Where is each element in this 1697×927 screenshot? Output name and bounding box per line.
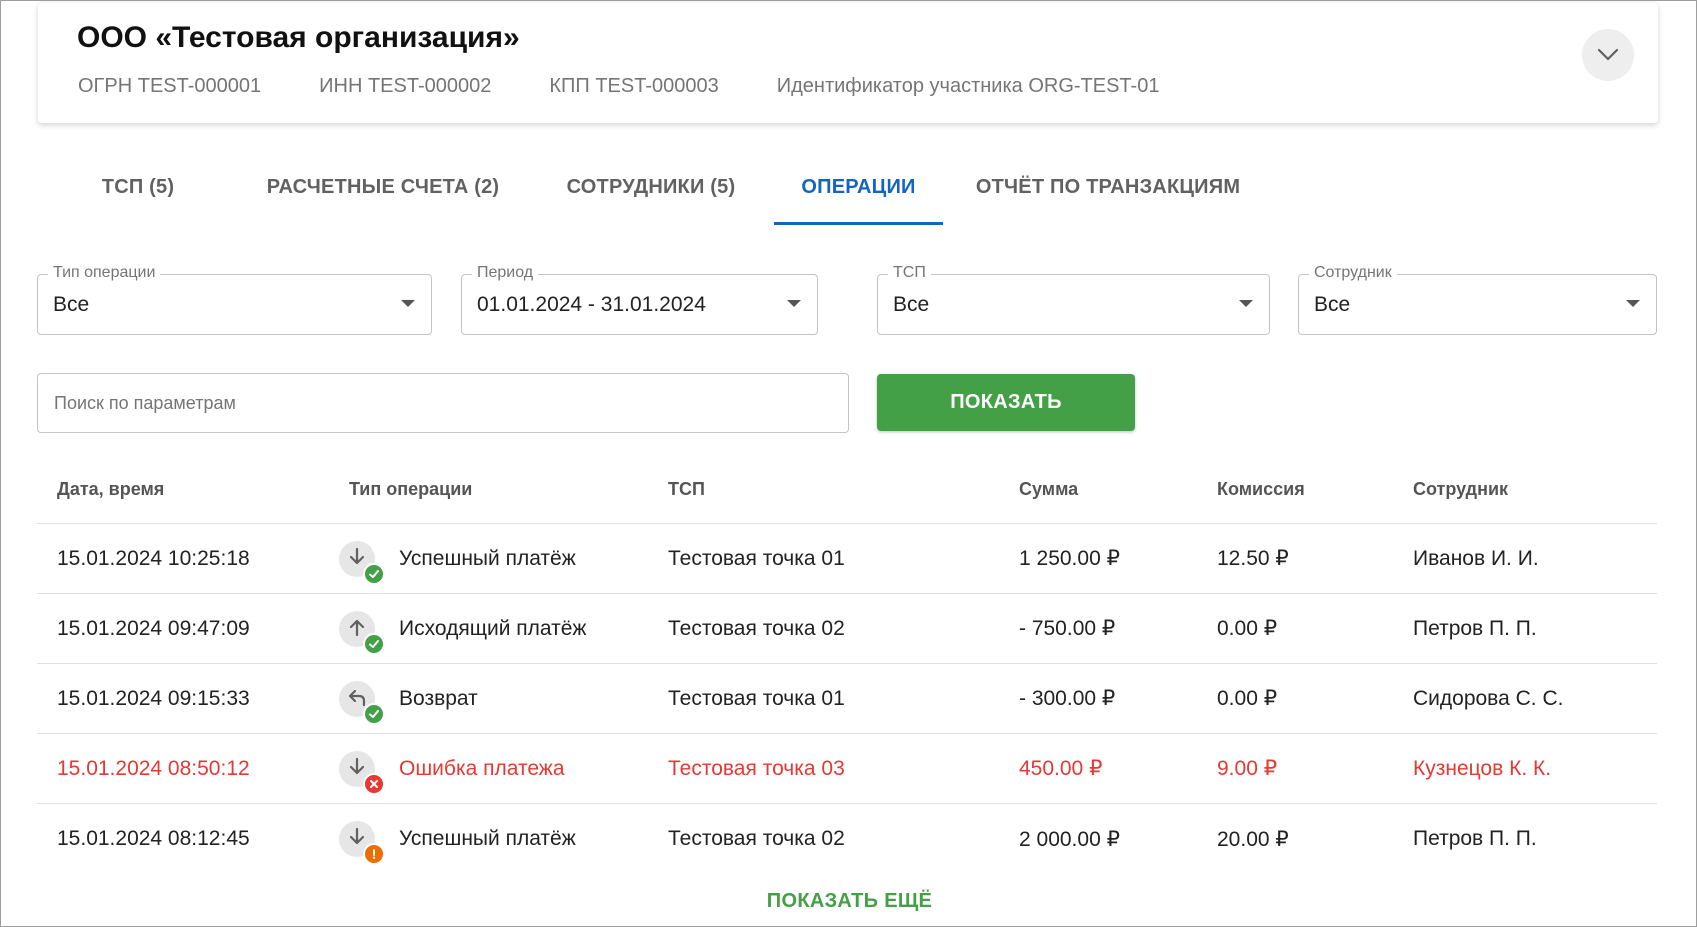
tab-employees[interactable]: СОТРУДНИКИ (5) [528, 149, 774, 225]
show-more-button[interactable]: ПОКАЗАТЬ ЕЩЁ [1, 890, 1697, 913]
arrow-down-icon [349, 757, 365, 774]
cell-type-label: Исходящий платёж [399, 616, 587, 640]
cell-datetime: 15.01.2024 09:15:33 [57, 686, 250, 710]
cell-commission: 0.00 ₽ [1217, 687, 1278, 710]
cell-tsp: Тестовая точка 02 [668, 827, 845, 850]
arrow-down-icon [349, 547, 365, 564]
cell-type: Возврат [339, 680, 478, 725]
table-row[interactable]: 15.01.2024 08:12:45 Успешный платёж Тестов… [37, 804, 1657, 874]
expand-card-button[interactable] [1582, 29, 1634, 81]
cell-type: Исходящий платёж [339, 610, 587, 655]
cell-datetime: 15.01.2024 09:47:09 [57, 616, 250, 640]
check-circle-icon [363, 632, 385, 655]
chevron-down-icon [1597, 48, 1619, 61]
header-amount: Сумма [1019, 479, 1079, 499]
employee-select[interactable]: Сотрудник Все [1298, 264, 1657, 335]
cell-type-label: Успешный платёж [399, 546, 576, 570]
cell-employee: Сидорова С. С. [1413, 686, 1564, 710]
cell-type-label: Ошибка платежа [399, 756, 565, 780]
show-button[interactable]: ПОКАЗАТЬ [877, 374, 1135, 431]
check-circle-icon [363, 562, 385, 585]
ogrn-text: ОГРН TEST-000001 [78, 75, 262, 97]
tsp-value: Все [893, 293, 930, 316]
period-label: Период [472, 264, 539, 282]
cell-type: Ошибка платежа [339, 750, 565, 795]
cell-employee: Иванов И. И. [1413, 546, 1539, 570]
operation-icon [339, 610, 385, 655]
tsp-select[interactable]: ТСП Все [877, 264, 1270, 335]
cell-amount: - 300.00 ₽ [1019, 687, 1116, 710]
header-commission: Комиссия [1217, 479, 1305, 499]
caret-down-icon [1239, 300, 1253, 307]
page: ООО «Тестовая организация» ОГРН TEST-000… [0, 0, 1697, 927]
cell-commission: 0.00 ₽ [1217, 617, 1278, 640]
cell-datetime: 15.01.2024 10:25:18 [57, 546, 250, 570]
cell-employee: Петров П. П. [1413, 616, 1537, 640]
cell-commission: 9.00 ₽ [1217, 757, 1278, 780]
table-row[interactable]: 15.01.2024 09:47:09 Исходящий платёж Тесто… [37, 594, 1657, 664]
organization-card: ООО «Тестовая организация» ОГРН TEST-000… [38, 3, 1658, 123]
cell-datetime: 15.01.2024 08:50:12 [57, 756, 250, 780]
cell-type-label: Возврат [399, 686, 478, 710]
cell-tsp: Тестовая точка 02 [668, 616, 845, 640]
cell-type: Успешный платёж [339, 821, 576, 865]
operation-icon [339, 680, 385, 725]
cell-employee: Кузнецов К. К. [1413, 756, 1552, 780]
organization-title: ООО «Тестовая организация» [77, 21, 520, 54]
tabs: ТСП (5) РАСЧЕТНЫЕ СЧЕТА (2) СОТРУДНИКИ (… [38, 149, 1273, 225]
cell-tsp: Тестовая точка 03 [668, 756, 845, 780]
tab-operations[interactable]: ОПЕРАЦИИ [774, 149, 943, 225]
header-type: Тип операции [349, 479, 473, 499]
cell-tsp: Тестовая точка 01 [668, 546, 845, 570]
table-row[interactable]: 15.01.2024 09:15:33 Возврат Тестовая точка… [37, 664, 1657, 734]
arrow-up-icon [349, 619, 365, 636]
cell-amount: 1 250.00 ₽ [1019, 547, 1120, 570]
cell-commission: 12.50 ₽ [1217, 547, 1289, 570]
cell-datetime: 15.01.2024 08:12:45 [57, 827, 250, 850]
table-row[interactable]: 15.01.2024 08:50:12 Ошибка платежа Тестова… [37, 734, 1657, 804]
cell-employee: Петров П. П. [1413, 827, 1537, 850]
employee-label: Сотрудник [1309, 264, 1397, 282]
table-row[interactable]: 15.01.2024 10:25:18 Успешный платёж Тестов… [37, 524, 1657, 594]
caret-down-icon [1626, 300, 1640, 307]
operation-icon [339, 540, 385, 585]
search-input[interactable] [37, 373, 849, 433]
period-select[interactable]: Период 01.01.2024 - 31.01.2024 [461, 264, 818, 335]
header-tsp: ТСП [668, 479, 705, 499]
header-datetime: Дата, время [57, 479, 165, 499]
organization-details: ОГРН TEST-000001 ИНН TEST-000002 КПП TES… [78, 75, 1159, 98]
operation-icon [339, 750, 385, 795]
header-employee: Сотрудник [1413, 479, 1509, 499]
caret-down-icon [401, 300, 415, 307]
operation-type-value: Все [53, 293, 90, 316]
cell-amount: - 750.00 ₽ [1019, 617, 1116, 640]
refund-arrow-icon [348, 689, 366, 706]
check-circle-icon [363, 702, 385, 725]
tab-tsp[interactable]: ТСП (5) [38, 149, 238, 225]
inn-text: ИНН TEST-000002 [319, 75, 492, 97]
error-circle-icon [363, 772, 385, 795]
cell-tsp: Тестовая точка 01 [668, 686, 845, 710]
warning-circle-icon [363, 843, 385, 865]
tsp-label: ТСП [888, 264, 931, 282]
operation-type-label: Тип операции [48, 264, 161, 282]
table-header: Дата, время Тип операции ТСП Сумма Комис… [37, 456, 1657, 524]
tab-settlement-accounts[interactable]: РАСЧЕТНЫЕ СЧЕТА (2) [238, 149, 528, 225]
cell-amount: 450.00 ₽ [1019, 757, 1103, 780]
period-value: 01.01.2024 - 31.01.2024 [477, 293, 706, 316]
cell-type: Успешный платёж [339, 540, 576, 585]
caret-down-icon [787, 300, 801, 307]
arrow-down-icon [349, 827, 365, 845]
employee-value: Все [1314, 293, 1351, 316]
operation-icon [339, 821, 385, 865]
operations-table: Дата, время Тип операции ТСП Сумма Комис… [37, 456, 1657, 874]
tab-transactions-report[interactable]: ОТЧЁТ ПО ТРАНЗАКЦИЯМ [943, 149, 1273, 225]
kpp-text: КПП TEST-000003 [549, 75, 719, 97]
cell-commission: 20.00 ₽ [1217, 827, 1289, 851]
operation-type-select[interactable]: Тип операции Все [37, 264, 432, 335]
cell-amount: 2 000.00 ₽ [1019, 827, 1120, 851]
table-body: 15.01.2024 10:25:18 Успешный платёж Тестов… [37, 524, 1657, 874]
cell-type-label: Успешный платёж [399, 827, 576, 850]
participant-id-text: Идентификатор участника ORG-TEST-01 [776, 75, 1160, 97]
